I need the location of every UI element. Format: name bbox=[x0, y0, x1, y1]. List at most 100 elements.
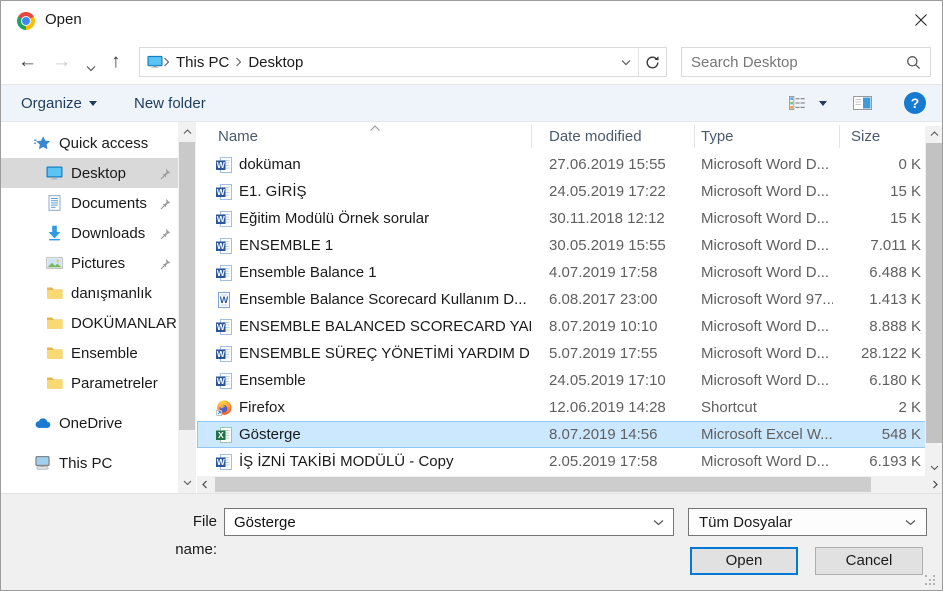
sidebar-item-parametreler[interactable]: Parametreler bbox=[1, 368, 178, 398]
file-name-text: Ensemble bbox=[239, 372, 306, 389]
chevron-down-icon[interactable] bbox=[653, 519, 664, 526]
column-header-date-modified[interactable]: Date modified bbox=[549, 122, 642, 151]
word-document-icon: W bbox=[215, 319, 232, 335]
file-row-ensemble-1[interactable]: WENSEMBLE 130.05.2019 15:55Microsoft Wor… bbox=[197, 232, 926, 259]
file-row-g-sterge[interactable]: XGösterge8.07.2019 14:56Microsoft Excel … bbox=[197, 421, 926, 448]
address-dropdown-chevron-icon[interactable] bbox=[614, 59, 638, 66]
file-row-i-i-zni-taki-bi-mod-l-copy[interactable]: WİŞ İZNİ TAKİBİ MODÜLÜ - Copy2.05.2019 1… bbox=[197, 448, 926, 475]
file-row-firefox[interactable]: Firefox12.06.2019 14:28Shortcut2 K bbox=[197, 394, 926, 421]
horizontal-scroll-thumb[interactable] bbox=[215, 477, 871, 492]
column-header-type[interactable]: Type bbox=[701, 122, 734, 151]
vertical-scroll-thumb[interactable] bbox=[926, 143, 942, 443]
organize-button[interactable]: Organize bbox=[21, 85, 97, 121]
date-modified-cell: 8.07.2019 10:10 bbox=[549, 313, 657, 340]
sidebar-item-pictures[interactable]: Pictures bbox=[1, 248, 178, 278]
back-icon[interactable]: ← bbox=[18, 49, 37, 75]
file-name-input[interactable] bbox=[225, 514, 653, 531]
chevron-right-icon[interactable] bbox=[163, 57, 170, 67]
column-divider[interactable] bbox=[531, 125, 532, 148]
sidebar-item-dok-manlar[interactable]: DOKÜMANLAR ( bbox=[1, 308, 178, 338]
chrome-icon bbox=[17, 12, 35, 30]
column-headers: Name Date modified Type Size bbox=[197, 122, 926, 151]
column-header-name[interactable]: Name bbox=[218, 122, 258, 151]
scroll-up-icon[interactable] bbox=[178, 124, 196, 140]
dialog-footer: File name: Tüm Dosyalar Open Cancel bbox=[1, 493, 942, 591]
folder-icon bbox=[45, 285, 64, 301]
scroll-left-icon[interactable] bbox=[197, 476, 213, 493]
sidebar-item-onedrive[interactable]: OneDrive bbox=[1, 408, 178, 438]
file-row-e-itim-mod-l-rnek-sorular[interactable]: WEğitim Modülü Örnek sorular30.11.2018 1… bbox=[197, 205, 926, 232]
size-cell: 548 K bbox=[801, 421, 921, 448]
breadcrumb-this-pc[interactable]: This PC bbox=[170, 54, 235, 71]
file-row-ensemble-balance-scorecard-kullan-m-d[interactable]: WEnsemble Balance Scorecard Kullanım D..… bbox=[197, 286, 926, 313]
scroll-down-icon[interactable] bbox=[925, 460, 943, 476]
size-cell: 7.011 K bbox=[801, 232, 921, 259]
file-row-e1-gi-ri[interactable]: WE1. GİRİŞ24.05.2019 17:22Microsoft Word… bbox=[197, 178, 926, 205]
scroll-down-icon[interactable] bbox=[178, 475, 196, 491]
open-file-dialog: Open ← → ↑ This PC Desktop bbox=[0, 0, 943, 591]
refresh-icon[interactable] bbox=[639, 48, 666, 76]
sidebar-item-documents[interactable]: Documents bbox=[1, 188, 178, 218]
size-cell: 6.193 K bbox=[801, 448, 921, 475]
file-type-select[interactable]: Tüm Dosyalar bbox=[688, 508, 927, 536]
preview-pane-button[interactable] bbox=[853, 85, 872, 121]
size-cell: 15 K bbox=[801, 205, 921, 232]
file-row-dok-man[interactable]: Wdoküman27.06.2019 15:55Microsoft Word D… bbox=[197, 151, 926, 178]
sidebar-scroll-thumb[interactable] bbox=[179, 142, 195, 430]
file-row-ensemble-balance-1[interactable]: WEnsemble Balance 14.07.2019 17:58Micros… bbox=[197, 259, 926, 286]
scroll-up-icon[interactable] bbox=[925, 126, 943, 142]
sidebar-scrollbar[interactable] bbox=[178, 122, 196, 493]
firefox-shortcut-icon bbox=[215, 400, 232, 416]
sidebar-item-this-pc[interactable]: This PC bbox=[1, 448, 178, 478]
new-folder-button[interactable]: New folder bbox=[134, 85, 206, 121]
resize-grip[interactable] bbox=[925, 575, 937, 587]
search-input[interactable] bbox=[682, 54, 906, 71]
sidebar-item-ensemble[interactable]: Ensemble bbox=[1, 338, 178, 368]
open-button[interactable]: Open bbox=[690, 547, 798, 575]
svg-text:W: W bbox=[216, 457, 225, 467]
close-icon[interactable] bbox=[913, 12, 929, 28]
file-name-text: ENSEMBLE SÜREÇ YÖNETİMİ YARDIM D... bbox=[239, 345, 531, 362]
word-document-icon: W bbox=[215, 211, 232, 227]
organize-label: Organize bbox=[21, 95, 82, 112]
cancel-button[interactable]: Cancel bbox=[815, 547, 923, 575]
open-button-label: Open bbox=[726, 552, 763, 569]
up-icon[interactable]: ↑ bbox=[111, 49, 121, 75]
address-bar[interactable]: This PC Desktop bbox=[139, 47, 667, 77]
file-list-horizontal-scrollbar[interactable] bbox=[197, 476, 943, 493]
file-list-vertical-scrollbar[interactable] bbox=[925, 126, 943, 476]
views-button[interactable] bbox=[789, 85, 806, 121]
sidebar-item-quick-access[interactable]: Quick access bbox=[1, 128, 178, 158]
sidebar-item-desktop[interactable]: Desktop bbox=[1, 158, 178, 188]
sidebar-item-downloads[interactable]: Downloads bbox=[1, 218, 178, 248]
sort-ascending-icon bbox=[369, 119, 381, 136]
forward-icon: → bbox=[52, 49, 71, 75]
search-icon[interactable] bbox=[906, 55, 921, 70]
quick-access-star-icon bbox=[33, 135, 52, 151]
column-header-size[interactable]: Size bbox=[851, 122, 880, 151]
column-divider[interactable] bbox=[839, 125, 840, 148]
help-icon: ? bbox=[904, 92, 926, 114]
date-modified-cell: 2.05.2019 17:58 bbox=[549, 448, 657, 475]
file-name-cell: Firefox bbox=[215, 394, 531, 421]
file-name-text: ENSEMBLE 1 bbox=[239, 237, 333, 254]
command-toolbar: Organize New folder ? bbox=[1, 84, 942, 122]
file-name-cell: WEnsemble bbox=[215, 367, 531, 394]
word-document-icon: W bbox=[215, 184, 232, 200]
views-dropdown-button[interactable] bbox=[819, 85, 827, 121]
file-row-ensemble-s-re-y-neti-mi-yardim-d[interactable]: WENSEMBLE SÜREÇ YÖNETİMİ YARDIM D...5.07… bbox=[197, 340, 926, 367]
date-modified-cell: 30.11.2018 12:12 bbox=[549, 205, 665, 232]
scroll-right-icon[interactable] bbox=[927, 476, 943, 493]
svg-text:W: W bbox=[216, 349, 225, 359]
column-divider[interactable] bbox=[694, 125, 695, 148]
chevron-right-icon[interactable] bbox=[235, 57, 242, 67]
breadcrumb-desktop[interactable]: Desktop bbox=[242, 54, 309, 71]
file-name-text: Firefox bbox=[239, 399, 285, 416]
size-cell: 1.413 K bbox=[801, 286, 921, 313]
recent-locations-chevron-icon[interactable] bbox=[86, 59, 96, 76]
file-row-ensemble[interactable]: WEnsemble24.05.2019 17:10Microsoft Word … bbox=[197, 367, 926, 394]
help-button[interactable]: ? bbox=[904, 85, 926, 121]
sidebar-item-dan-manl-k[interactable]: danışmanlık bbox=[1, 278, 178, 308]
size-cell: 8.888 K bbox=[801, 313, 921, 340]
file-row-ensemble-balanced-scorecard-yar[interactable]: WENSEMBLE BALANCED SCORECARD YAR...8.07.… bbox=[197, 313, 926, 340]
